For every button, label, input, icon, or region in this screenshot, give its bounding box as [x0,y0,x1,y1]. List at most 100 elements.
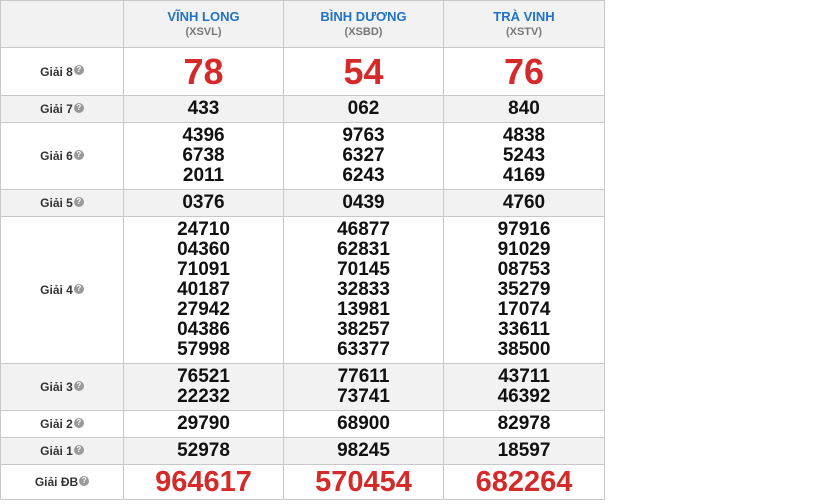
number-list: 570454 [284,466,443,498]
winning-number: 13981 [337,299,390,320]
winning-number: 35279 [497,279,551,300]
help-icon[interactable]: ? [73,283,84,294]
prize-label-cell: Giải 3? [0,363,124,411]
number-list: 062 [284,99,443,119]
province-name[interactable]: VĨNH LONG [124,9,283,25]
winning-number: 38257 [337,319,390,340]
winning-number: 63377 [337,339,390,360]
prize-cell-binh-duong: 062 [283,95,444,123]
number-list: 29790 [124,414,283,434]
prize-cell-tra-vinh: 840 [443,95,605,123]
winning-number: 70145 [337,259,390,280]
prize-cell-vinh-long: 78 [123,47,284,96]
winning-number: 76521 [177,366,230,387]
prize-row: Giải 5? 0376 0439 4760 [0,189,605,217]
prize-cell-tra-vinh: 18597 [443,437,605,465]
prize-cell-tra-vinh: 76 [443,47,605,96]
province-name[interactable]: TRÀ VINH [444,9,604,25]
winning-number: 4396 [182,125,225,146]
prize-label: Giải 8 [40,64,73,79]
winning-number: 6243 [342,165,385,186]
winning-number: 32833 [337,279,390,300]
winning-number: 433 [187,98,220,119]
number-list: 18597 [444,441,604,461]
help-icon[interactable]: ? [73,65,84,76]
winning-number: 6327 [342,145,385,166]
prize-label-cell: Giải 8? [0,47,124,96]
prize-cell-binh-duong: 570454 [283,464,444,500]
prize-cell-binh-duong: 54 [283,47,444,96]
prize-cell-vinh-long: 52978 [123,437,284,465]
number-list: 43711 46392 [444,367,604,407]
help-icon[interactable]: ? [73,380,84,391]
winning-number: 08753 [497,259,551,280]
prize-label: Giải 7 [40,102,73,116]
prize-cell-tra-vinh: 4838 5243 4169 [443,122,605,190]
prize-label: Giải 3 [40,380,73,394]
prize-label: Giải 4 [40,283,73,297]
prize-cell-binh-duong: 68900 [283,410,444,438]
prize-label-cell: Giải 4? [0,216,124,364]
prize-cell-vinh-long: 76521 22232 [123,363,284,411]
prize-row: Giải 3? 76521 22232 77611 73741 43711 46392 [0,363,605,411]
number-list: 98245 [284,441,443,461]
winning-number: 82978 [497,413,551,434]
province-header-row: VĨNH LONG (XSVL) BÌNH DƯƠNG (XSBD) TRÀ V… [0,0,605,48]
winning-number: 54 [343,50,384,92]
winning-number: 0376 [182,192,225,213]
number-list: 76 [444,50,604,92]
prize-label-cell: Giải 1? [0,437,124,465]
winning-number: 76 [503,50,545,92]
prize-row: Giải 4? 24710 04360 71091 40187 27942 04386 579… [0,216,605,364]
prize-cell-tra-vinh: 682264 [443,464,605,500]
winning-number: 43711 [498,366,550,387]
winning-number: 062 [347,98,380,119]
prize-cell-tra-vinh: 4760 [443,189,605,217]
prize-cell-vinh-long: 433 [123,95,284,123]
prize-label: Giải 2 [40,417,73,431]
winning-number: 4169 [502,165,546,186]
winning-number: 73741 [337,386,390,407]
help-icon[interactable]: ? [73,196,84,207]
winning-number: 38500 [497,339,551,360]
number-list: 82978 [444,414,604,434]
number-list: 4760 [444,193,604,213]
prize-label: Giải 5 [40,196,73,210]
number-list: 24710 04360 71091 40187 27942 04386 57998 [124,220,283,360]
help-icon[interactable]: ? [73,149,84,160]
winning-number: 24710 [177,219,230,240]
winning-number: 46877 [337,219,390,240]
winning-number: 98245 [337,440,390,461]
header-empty-cell [0,0,124,48]
prize-cell-tra-vinh: 43711 46392 [443,363,605,411]
help-icon[interactable]: ? [73,102,84,113]
help-icon[interactable]: ? [73,417,84,428]
prize-row: Giải 1? 52978 98245 18597 [0,437,605,465]
province-code: (XSVL) [185,26,222,38]
help-icon[interactable]: ? [73,444,84,455]
prize-label-cell: Giải 6? [0,122,124,190]
winning-number: 570454 [315,466,412,498]
help-icon[interactable]: ? [79,475,90,486]
winning-number: 68900 [337,413,390,434]
winning-number: 04360 [177,239,230,260]
prize-cell-binh-duong: 0439 [283,189,444,217]
province-header-binh-duong[interactable]: BÌNH DƯƠNG (XSBD) [283,0,444,48]
lottery-results-table: VĨNH LONG (XSVL) BÌNH DƯƠNG (XSBD) TRÀ V… [0,0,605,500]
province-header-vinh-long[interactable]: VĨNH LONG (XSVL) [123,0,284,48]
province-header-tra-vinh[interactable]: TRÀ VINH (XSTV) [443,0,605,48]
prize-cell-binh-duong: 98245 [283,437,444,465]
province-name[interactable]: BÌNH DƯƠNG [284,9,443,25]
winning-number: 840 [508,98,540,119]
prize-label-cell: Giải ĐB? [0,464,124,500]
prize-row: Giải 7? 433 062 840 [0,95,605,123]
province-code: (XSTV) [505,26,543,38]
number-list: 4838 5243 4169 [444,126,604,186]
prize-row: Giải 2? 29790 68900 82978 [0,410,605,438]
number-list: 0376 [124,193,283,213]
prize-label-cell: Giải 7? [0,95,124,123]
winning-number: 4838 [502,125,546,146]
number-list: 964617 [124,466,283,498]
winning-number: 52978 [177,440,230,461]
winning-number: 78 [183,50,224,92]
